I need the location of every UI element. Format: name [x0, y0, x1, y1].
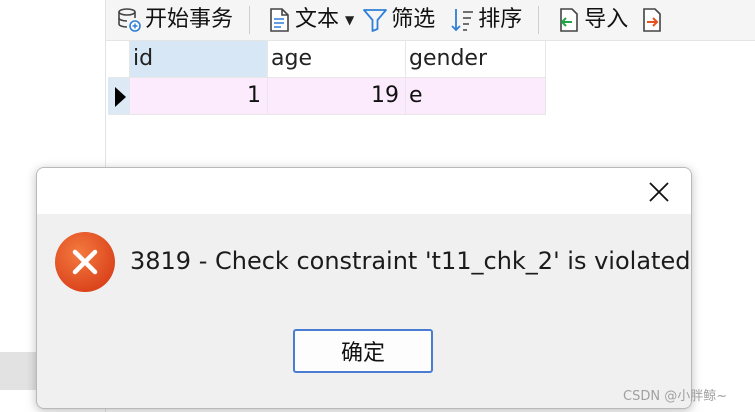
row-indicator-header — [108, 41, 130, 78]
database-transaction-icon — [118, 8, 141, 32]
error-message: 3819 - Check constraint 't11_chk_2' is v… — [130, 247, 692, 275]
column-header-id[interactable]: id — [130, 41, 268, 78]
text-document-icon — [270, 8, 289, 32]
cell-age[interactable]: 19 — [268, 78, 406, 115]
row-pointer-icon — [115, 87, 126, 107]
chevron-down-icon[interactable]: ▼ — [345, 13, 354, 27]
filter-label: 筛选 — [391, 7, 436, 32]
sort-label: 排序 — [478, 7, 523, 32]
import-label: 导入 — [584, 7, 629, 32]
sort-button[interactable]: 排序 — [441, 0, 528, 40]
close-icon — [649, 182, 669, 202]
dialog-title-bar — [37, 168, 691, 214]
cell-gender[interactable]: e — [406, 78, 546, 115]
cell-id[interactable]: 1 — [130, 78, 268, 115]
export-icon — [643, 8, 662, 32]
export-button[interactable] — [634, 0, 673, 40]
toolbar-separator — [538, 6, 540, 34]
text-button[interactable]: 文本 ▼ — [260, 0, 360, 40]
close-button[interactable] — [639, 177, 679, 207]
error-dialog: 3819 - Check constraint 't11_chk_2' is v… — [36, 167, 692, 409]
sort-icon — [451, 9, 474, 32]
column-header-gender[interactable]: gender — [406, 41, 546, 78]
text-label: 文本 — [295, 7, 340, 32]
filter-icon — [363, 9, 388, 32]
current-row-indicator[interactable] — [108, 78, 130, 115]
left-panel-block — [0, 352, 40, 390]
grid-header-row: id age gender — [108, 41, 546, 78]
table-row[interactable]: 1 19 e — [108, 78, 546, 115]
toolbar: 开始事务 文本 ▼ 筛选 排序 导入 — [106, 0, 755, 41]
begin-transaction-label: 开始事务 — [145, 7, 234, 32]
data-grid: id age gender 1 19 e — [108, 41, 546, 115]
error-icon — [55, 232, 115, 292]
begin-transaction-button[interactable]: 开始事务 — [106, 0, 239, 40]
import-button[interactable]: 导入 — [549, 0, 634, 40]
ok-button[interactable]: 确定 — [293, 329, 433, 373]
toolbar-separator — [249, 6, 251, 34]
watermark: CSDN @小胖鲸~ — [623, 389, 728, 404]
filter-button[interactable]: 筛选 — [360, 0, 441, 40]
import-icon — [560, 8, 579, 32]
column-header-age[interactable]: age — [268, 41, 406, 78]
